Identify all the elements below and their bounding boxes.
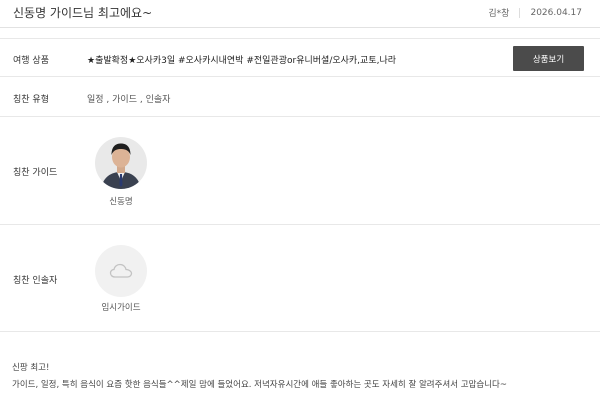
review-date: 2026.04.17 — [530, 7, 582, 18]
praise-type-row: 칭찬 유형 일정 , 가이드 , 인솔자 — [0, 77, 600, 117]
praise-guide-label: 칭찬 가이드 — [13, 168, 58, 178]
leader-name: 임시가이드 — [101, 303, 141, 313]
product-row: 여행 상품 ★출발확정★오사카3일 #오사카시내연박 #전일관광or유니버셜/오… — [0, 38, 600, 77]
review-meta: 김*창 2026.04.17 — [488, 6, 582, 19]
meta-divider — [519, 7, 521, 18]
review-line-1: 신팡 최고! — [12, 363, 50, 373]
leader-avatar — [95, 245, 147, 297]
guide-name: 신동명 — [109, 197, 133, 207]
cloud-icon — [109, 263, 133, 278]
praise-type-label: 칭찬 유형 — [13, 95, 49, 105]
review-line-2: 가이드, 일정, 특히 음식이 요즘 핫한 음식들^^제일 맘에 들었어요. 저… — [12, 380, 507, 390]
product-name: ★출발확정★오사카3일 #오사카시내연박 #전일관광or유니버셜/오사카,교토,… — [87, 56, 397, 66]
praise-leader-row: 칭찬 인솔자 임시가이드 — [0, 225, 600, 332]
review-author: 김*창 — [488, 9, 510, 19]
praise-leader-label: 칭찬 인솔자 — [13, 276, 58, 286]
view-product-button[interactable]: 상품보기 — [513, 46, 584, 71]
praise-type-value: 일정 , 가이드 , 인솔자 — [87, 95, 171, 105]
praise-guide-row: 칭찬 가이드 신동명 — [0, 117, 600, 225]
guide-avatar — [95, 137, 147, 189]
review-header: 신동명 가이드님 최고에요~ 김*창 2026.04.17 — [0, 0, 600, 28]
review-title: 신동명 가이드님 최고에요~ — [13, 6, 153, 20]
product-label: 여행 상품 — [13, 56, 49, 66]
review-body: 신팡 최고! 가이드, 일정, 특히 음식이 요즘 핫한 음식들^^제일 맘에 … — [12, 360, 592, 393]
guide-photo-icon — [95, 137, 147, 189]
